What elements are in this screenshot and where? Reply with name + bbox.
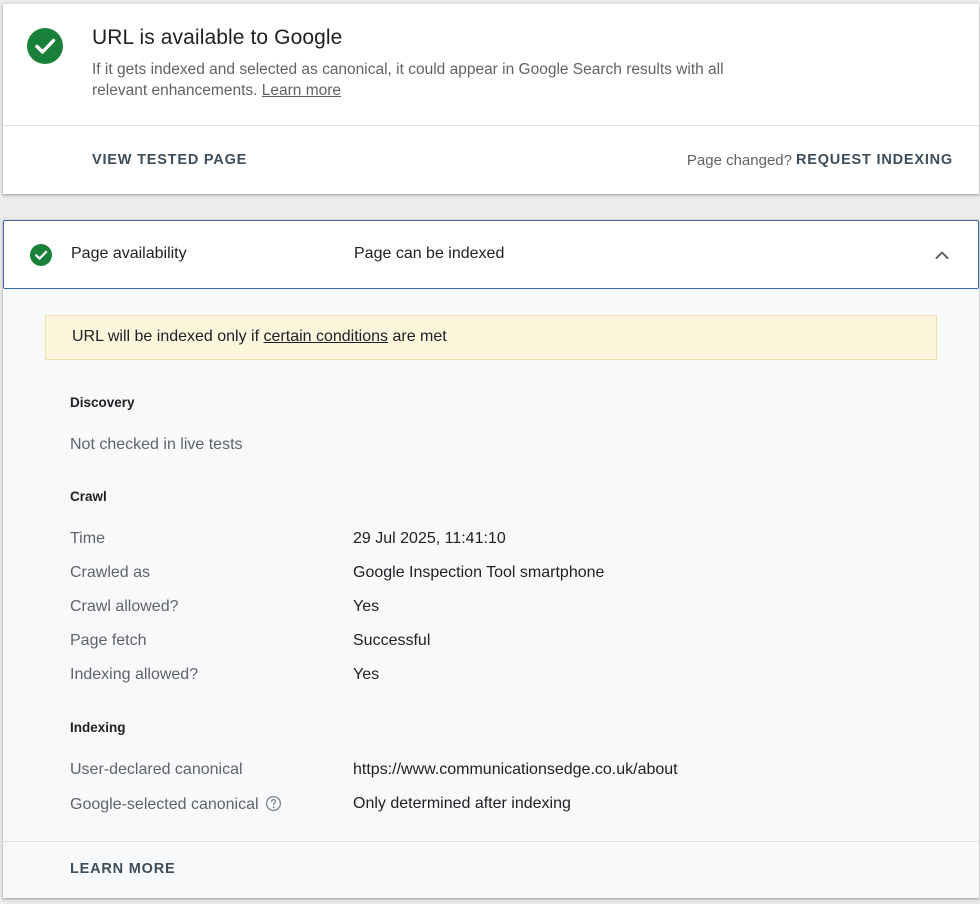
page-availability-label: Page availability xyxy=(71,245,187,262)
page-availability-panel: Page availability Page can be indexed UR… xyxy=(3,220,979,898)
crawled-as-value: Google Inspection Tool smartphone xyxy=(353,564,605,581)
divider xyxy=(3,841,979,842)
check-circle-icon xyxy=(30,244,52,266)
status-card: URL is available to Google If it gets in… xyxy=(3,4,979,194)
crawl-allowed-value: Yes xyxy=(353,598,380,615)
crawl-allowed-label: Crawl allowed? xyxy=(70,598,179,615)
indexing-allowed-label: Indexing allowed? xyxy=(70,666,199,683)
page-changed-label: Page changed? xyxy=(686,152,792,169)
page-availability-value: Page can be indexed xyxy=(354,245,505,262)
status-title: URL is available to Google xyxy=(92,26,343,49)
page-fetch-label: Page fetch xyxy=(70,632,147,649)
check-circle-icon xyxy=(27,28,63,64)
learn-more-button[interactable]: LEARN MORE xyxy=(70,861,175,877)
google-selected-canonical-label: Google-selected canonical xyxy=(70,795,282,814)
view-tested-page-button[interactable]: VIEW TESTED PAGE xyxy=(92,152,247,168)
crawl-section-title: Crawl xyxy=(70,489,107,504)
request-indexing-button[interactable]: REQUEST INDEXING xyxy=(796,152,953,168)
indexing-section-title: Indexing xyxy=(70,720,126,735)
page-fetch-value: Successful xyxy=(353,632,431,649)
user-declared-canonical-label: User-declared canonical xyxy=(70,761,243,778)
crawl-time-label: Time xyxy=(70,530,105,547)
discovery-text: Not checked in live tests xyxy=(70,436,243,453)
indexing-conditions-notice: URL will be indexed only if certain cond… xyxy=(45,315,937,360)
user-declared-canonical-value: https://www.communicationsedge.co.uk/abo… xyxy=(353,761,678,778)
status-description: If it gets indexed and selected as canon… xyxy=(92,61,724,99)
crawled-as-label: Crawled as xyxy=(70,564,151,581)
page-availability-header[interactable]: Page availability Page can be indexed xyxy=(3,220,979,289)
divider xyxy=(3,125,979,126)
help-circle-icon[interactable] xyxy=(265,795,282,812)
google-selected-canonical-value: Only determined after indexing xyxy=(353,795,571,812)
learn-more-link[interactable]: Learn more xyxy=(262,82,341,99)
indexing-allowed-value: Yes xyxy=(353,666,380,683)
discovery-section-title: Discovery xyxy=(70,395,135,410)
chevron-up-icon[interactable] xyxy=(932,245,952,265)
certain-conditions-link[interactable]: certain conditions xyxy=(264,328,389,345)
crawl-time-value: 29 Jul 2025, 11:41:10 xyxy=(353,530,506,547)
